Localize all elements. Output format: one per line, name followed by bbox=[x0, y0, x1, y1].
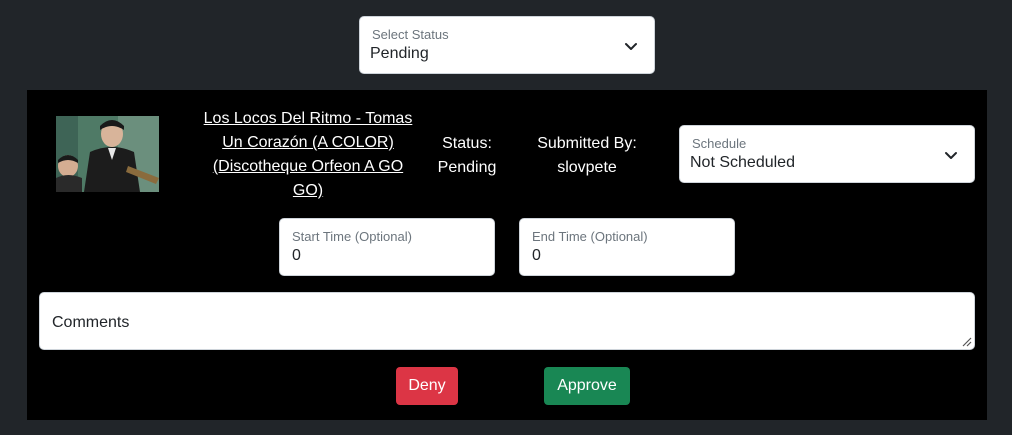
comments-placeholder: Comments bbox=[52, 314, 130, 331]
status-filter-label: Select Status bbox=[372, 27, 449, 42]
submitted-by-info: Submitted By: slovpete bbox=[522, 132, 652, 180]
comments-textarea[interactable]: Comments bbox=[39, 292, 975, 350]
chevron-down-icon bbox=[625, 43, 637, 50]
song-title-link[interactable]: Los Locos Del Ritmo - Tomas Un Corazón (… bbox=[197, 107, 419, 203]
chevron-down-icon bbox=[945, 152, 957, 159]
deny-button[interactable]: Deny bbox=[396, 367, 458, 405]
start-time-field[interactable]: Start Time (Optional) 0 bbox=[279, 218, 495, 276]
status-filter-value: Pending bbox=[370, 45, 429, 62]
start-time-label: Start Time (Optional) bbox=[292, 229, 412, 244]
schedule-label: Schedule bbox=[692, 136, 747, 151]
approve-button[interactable]: Approve bbox=[544, 367, 630, 405]
end-time-value: 0 bbox=[532, 247, 541, 264]
end-time-field[interactable]: End Time (Optional) 0 bbox=[519, 218, 735, 276]
schedule-select[interactable]: Schedule Not Scheduled bbox=[679, 125, 975, 183]
submitted-by-value: slovpete bbox=[557, 159, 617, 176]
resize-grip-icon[interactable] bbox=[960, 335, 972, 347]
status-value: Pending bbox=[437, 159, 497, 176]
end-time-label: End Time (Optional) bbox=[532, 229, 648, 244]
status-info: Status: Pending bbox=[427, 132, 507, 180]
status-label: Status: bbox=[442, 135, 492, 152]
start-time-value: 0 bbox=[292, 247, 301, 264]
submitted-by-label: Submitted By: bbox=[537, 135, 637, 152]
video-thumbnail[interactable] bbox=[56, 116, 159, 192]
song-request-card: Los Locos Del Ritmo - Tomas Un Corazón (… bbox=[27, 90, 987, 420]
status-filter-select[interactable]: Select Status Pending bbox=[359, 16, 655, 74]
schedule-value: Not Scheduled bbox=[690, 154, 795, 171]
